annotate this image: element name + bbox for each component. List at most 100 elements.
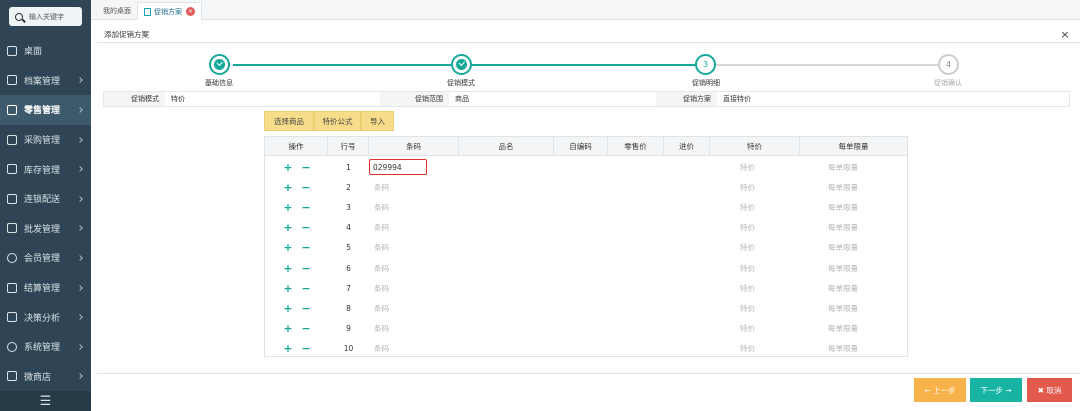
add-row-button[interactable]: + (283, 278, 293, 298)
special-price-input[interactable]: 特价 (740, 218, 800, 238)
header-barcode: 条码 (369, 137, 459, 156)
add-row-button[interactable]: + (283, 238, 293, 258)
chevron-right-icon (77, 343, 83, 350)
row-number: 8 (346, 303, 351, 313)
sidebar-item[interactable]: 决策分析 (0, 302, 91, 332)
step-4-todo: 4 (938, 54, 959, 75)
tab-close-icon[interactable]: × (186, 7, 195, 16)
next-step-button[interactable]: 下一步 → (970, 378, 1022, 402)
menu-icon[interactable]: ☰ (0, 391, 91, 411)
special-price-input[interactable]: 特价 (740, 319, 800, 339)
special-price-input[interactable]: 特价 (740, 258, 800, 278)
limit-input[interactable]: 每单限量 (828, 298, 898, 318)
tab-my-desktop[interactable]: 我的桌面 (97, 2, 137, 20)
header-special-price: 特价 (710, 137, 800, 156)
limit-input[interactable]: 每单限量 (828, 197, 898, 217)
price-formula-button[interactable]: 特价公式 (314, 111, 361, 131)
add-row-button[interactable]: + (283, 218, 293, 238)
special-price-input[interactable]: 特价 (740, 157, 800, 177)
import-button[interactable]: 导入 (361, 111, 394, 131)
document-icon (144, 7, 151, 16)
limit-input[interactable]: 每单限量 (828, 157, 898, 177)
sidebar-item[interactable]: 会员管理 (0, 243, 91, 273)
limit-input[interactable]: 每单限量 (828, 339, 898, 359)
add-row-button[interactable]: + (283, 298, 293, 318)
sidebar-item-label: 微商店 (24, 372, 52, 383)
add-row-button[interactable]: + (283, 319, 293, 339)
special-price-input[interactable]: 特价 (740, 339, 800, 359)
grid-header: 操作 行号 条码 品名 自编码 零售价 进价 特价 每单限量 (265, 137, 907, 156)
remove-row-button[interactable]: − (301, 258, 311, 278)
special-price-input[interactable]: 特价 (740, 197, 800, 217)
sidebar-item[interactable]: 库存管理 (0, 154, 91, 184)
tab-promotion-plan[interactable]: 促销方案 × (137, 2, 202, 20)
select-goods-button[interactable]: 选择商品 (264, 111, 314, 131)
add-row-button[interactable]: + (283, 339, 293, 359)
chevron-right-icon (77, 255, 83, 261)
barcode-input[interactable]: 条码 (374, 238, 454, 258)
header-custom-code: 自编码 (554, 137, 608, 156)
sidebar-item[interactable]: 批发管理 (0, 214, 91, 244)
close-icon[interactable]: × (1060, 28, 1070, 41)
row-number: 3 (346, 202, 351, 212)
sidebar-item-label: 会员管理 (24, 254, 61, 265)
sidebar-item[interactable]: 档案管理 (0, 66, 91, 96)
special-price-input[interactable]: 特价 (740, 298, 800, 318)
sidebar-item[interactable]: 采购管理 (0, 125, 91, 155)
sidebar-item-label: 决策分析 (24, 313, 61, 324)
sidebar-item[interactable]: 结算管理 (0, 273, 91, 303)
sidebar-item[interactable]: 系统管理 (0, 332, 91, 362)
remove-row-button[interactable]: − (301, 157, 311, 177)
barcode-input[interactable]: 条码 (374, 197, 454, 217)
remove-row-button[interactable]: − (301, 298, 311, 318)
remove-row-button[interactable]: − (301, 278, 311, 298)
special-price-input[interactable]: 特价 (740, 177, 800, 197)
barcode-input[interactable]: 条码 (374, 218, 454, 238)
limit-input[interactable]: 每单限量 (828, 177, 898, 197)
remove-row-button[interactable]: − (301, 339, 311, 359)
barcode-input[interactable]: 条码 (374, 258, 454, 278)
add-row-button[interactable]: + (283, 177, 293, 197)
sidebar-item[interactable]: 微商店 (0, 362, 91, 392)
search-box[interactable]: 输入关键字 (9, 7, 82, 26)
special-price-input[interactable]: 特价 (740, 278, 800, 298)
barcode-input[interactable]: 条码 (374, 278, 454, 298)
table-row: + − 5 条码 特价 每单限量 (265, 238, 907, 258)
sidebar-item[interactable]: 零售管理 (0, 95, 91, 125)
info-plan: 促销方案 直接特价 (656, 92, 1069, 106)
limit-input[interactable]: 每单限量 (828, 218, 898, 238)
barcode-input[interactable]: 条码 (374, 177, 454, 197)
barcode-input[interactable]: 条码 (374, 298, 454, 318)
cancel-button[interactable]: ✖ 取消 (1027, 378, 1072, 402)
limit-input[interactable]: 每单限量 (828, 319, 898, 339)
info-mode: 促销模式 特价 (104, 92, 380, 106)
remove-row-button[interactable]: − (301, 197, 311, 217)
header-retail-price: 零售价 (608, 137, 664, 156)
add-row-button[interactable]: + (283, 197, 293, 217)
delivery-icon (7, 193, 17, 204)
sidebar-item-label: 桌面 (24, 47, 43, 58)
step-label: 促销明细 (692, 79, 720, 87)
add-row-button[interactable]: + (283, 258, 293, 278)
barcode-input[interactable]: 029994 (369, 159, 427, 175)
chevron-right-icon (77, 225, 83, 232)
chevron-right-icon (77, 284, 83, 291)
remove-row-button[interactable]: − (301, 218, 311, 238)
store-icon (7, 104, 17, 115)
remove-row-button[interactable]: − (301, 177, 311, 197)
barcode-input[interactable]: 条码 (374, 339, 454, 359)
add-row-button[interactable]: + (283, 157, 293, 177)
limit-input[interactable]: 每单限量 (828, 238, 898, 258)
limit-input[interactable]: 每单限量 (828, 258, 898, 278)
prev-step-button[interactable]: ← 上一步 (914, 378, 966, 402)
remove-row-button[interactable]: − (301, 238, 311, 258)
sidebar-item[interactable]: 桌面 (0, 36, 91, 66)
sidebar-item-label: 采购管理 (24, 136, 61, 147)
remove-row-button[interactable]: − (301, 319, 311, 339)
barcode-input[interactable]: 条码 (374, 319, 454, 339)
special-price-input[interactable]: 特价 (740, 238, 800, 258)
limit-input[interactable]: 每单限量 (828, 278, 898, 298)
tab-bar: 我的桌面 促销方案 × (91, 0, 1080, 20)
header-row-no: 行号 (328, 137, 369, 156)
sidebar-item[interactable]: 连锁配送 (0, 184, 91, 214)
